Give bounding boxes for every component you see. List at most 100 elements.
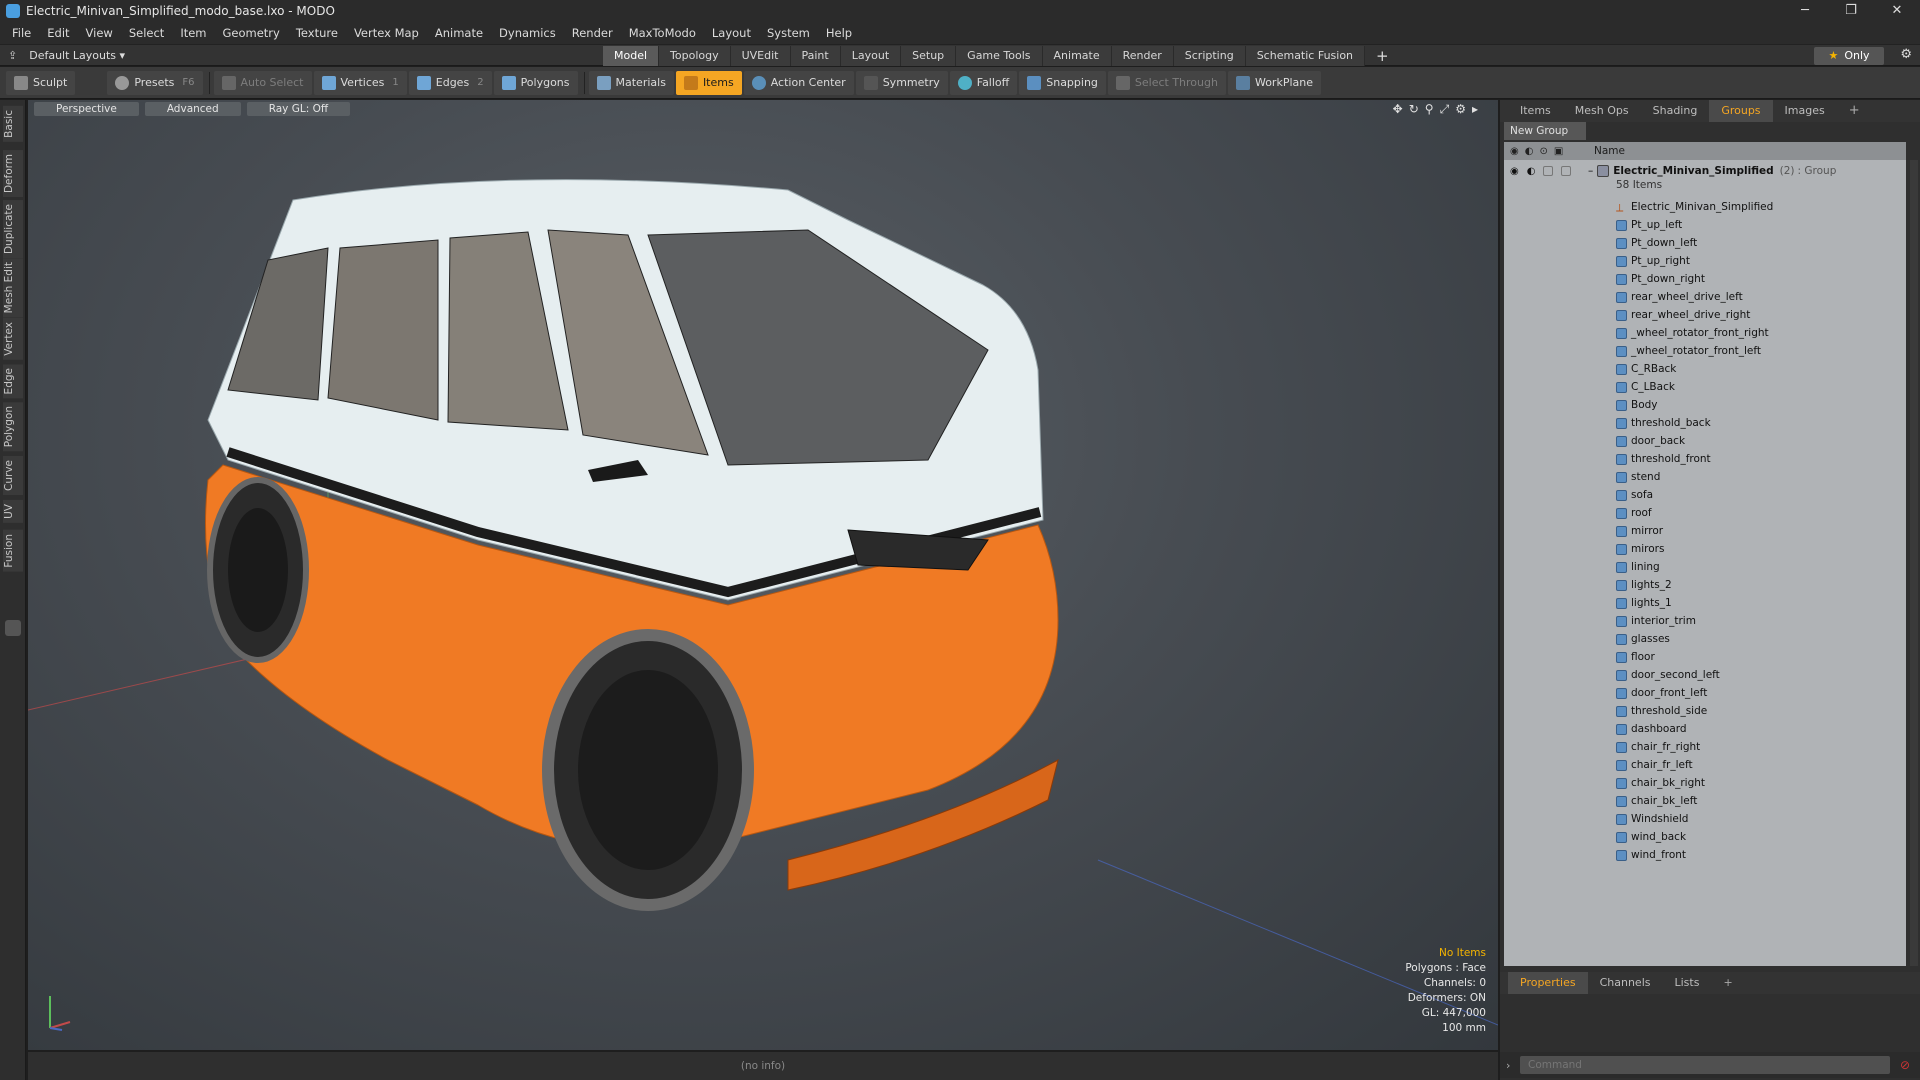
materials-button[interactable]: Materials: [588, 70, 674, 95]
command-input[interactable]: [1520, 1056, 1890, 1074]
gear-icon[interactable]: ⚙: [1900, 47, 1912, 62]
lock-toggle[interactable]: [1543, 165, 1554, 176]
list-item[interactable]: glasses: [1616, 630, 1906, 648]
menu-file[interactable]: File: [4, 22, 39, 44]
expand-icon[interactable]: ▸: [1472, 102, 1478, 117]
edges-button[interactable]: Edges 2: [408, 70, 492, 95]
tab-basic[interactable]: Basic: [3, 106, 23, 142]
stop-icon[interactable]: ⊘: [1900, 1058, 1910, 1072]
list-item[interactable]: Pt_down_right: [1616, 270, 1906, 288]
snapping-button[interactable]: Snapping: [1019, 70, 1106, 95]
tab-curve[interactable]: Curve: [3, 456, 23, 495]
list-item[interactable]: threshold_back: [1616, 414, 1906, 432]
tab-polygon[interactable]: Polygon: [3, 402, 23, 452]
menu-help[interactable]: Help: [818, 22, 860, 44]
list-item[interactable]: threshold_front: [1616, 450, 1906, 468]
name-column-header[interactable]: Name: [1588, 145, 1625, 157]
list-item[interactable]: dashboard: [1616, 720, 1906, 738]
menu-system[interactable]: System: [759, 22, 818, 44]
items-button[interactable]: Items: [675, 70, 742, 95]
lock-icon[interactable]: ⊙: [1539, 146, 1547, 157]
menu-texture[interactable]: Texture: [288, 22, 346, 44]
sculpt-button[interactable]: Sculpt: [6, 70, 76, 95]
tab-scripting[interactable]: Scripting: [1173, 46, 1246, 66]
tab-mesh-ops[interactable]: Mesh Ops: [1563, 100, 1641, 122]
select-icon[interactable]: ▣: [1554, 146, 1563, 157]
list-item[interactable]: rear_wheel_drive_left: [1616, 288, 1906, 306]
list-item[interactable]: stend: [1616, 468, 1906, 486]
list-item[interactable]: chair_bk_left: [1616, 792, 1906, 810]
collapse-icon[interactable]: –: [1588, 165, 1593, 177]
minimize-icon[interactable]: ─: [1782, 0, 1828, 22]
fit-icon[interactable]: ⤢: [1440, 102, 1450, 117]
render-icon[interactable]: ◐: [1525, 146, 1534, 157]
list-item[interactable]: Windshield: [1616, 810, 1906, 828]
tab-render[interactable]: Render: [1111, 46, 1174, 66]
tab-fusion[interactable]: Fusion: [3, 530, 23, 572]
menu-view[interactable]: View: [78, 22, 121, 44]
add-tab-icon[interactable]: +: [1837, 100, 1872, 122]
tab-images[interactable]: Images: [1773, 100, 1837, 122]
tab-topology[interactable]: Topology: [659, 46, 731, 66]
select-toggle[interactable]: [1561, 165, 1572, 176]
tab-animate[interactable]: Animate: [1042, 46, 1112, 66]
list-item[interactable]: lining: [1616, 558, 1906, 576]
tab-edge[interactable]: Edge: [3, 364, 23, 399]
falloff-button[interactable]: Falloff: [949, 70, 1018, 95]
menu-animate[interactable]: Animate: [427, 22, 491, 44]
list-item[interactable]: sofa: [1616, 486, 1906, 504]
only-button[interactable]: ★ Only: [1814, 47, 1884, 65]
menu-item[interactable]: Item: [172, 22, 214, 44]
action-center-button[interactable]: Action Center: [743, 70, 854, 95]
tab-properties[interactable]: Properties: [1508, 972, 1588, 994]
tab-duplicate[interactable]: Duplicate: [3, 200, 23, 259]
tab-paint[interactable]: Paint: [790, 46, 841, 66]
3d-viewport[interactable]: Perspective Advanced Ray GL: Off ✥ ↻ ⚲ ⤢…: [28, 100, 1498, 1050]
list-item[interactable]: C_LBack: [1616, 378, 1906, 396]
list-item[interactable]: lights_1: [1616, 594, 1906, 612]
tab-mesh-edit[interactable]: Mesh Edit: [3, 258, 23, 318]
menu-render[interactable]: Render: [564, 22, 621, 44]
list-item[interactable]: ⟂ Electric_Minivan_Simplified: [1616, 198, 1906, 216]
settings-icon[interactable]: ⚙: [1455, 102, 1466, 117]
tab-channels[interactable]: Channels: [1588, 972, 1663, 994]
list-item[interactable]: interior_trim: [1616, 612, 1906, 630]
presets-button[interactable]: Presets F6: [107, 70, 203, 95]
tab-items[interactable]: Items: [1508, 100, 1563, 122]
tab-model[interactable]: Model: [603, 46, 660, 66]
vertices-button[interactable]: Vertices 1: [313, 70, 407, 95]
list-item[interactable]: Pt_up_left: [1616, 216, 1906, 234]
tab-setup[interactable]: Setup: [901, 46, 957, 66]
list-item[interactable]: floor: [1616, 648, 1906, 666]
move-icon[interactable]: ✥: [1393, 102, 1403, 117]
advanced-button[interactable]: Advanced: [144, 102, 241, 116]
list-item[interactable]: Pt_up_right: [1616, 252, 1906, 270]
render-icon[interactable]: ◐: [1527, 166, 1536, 177]
maximize-icon[interactable]: ❐: [1828, 0, 1874, 22]
tab-vertex[interactable]: Vertex: [3, 318, 23, 360]
list-item[interactable]: Pt_down_left: [1616, 234, 1906, 252]
auto-select-button[interactable]: Auto Select: [213, 70, 312, 95]
list-item[interactable]: chair_bk_right: [1616, 774, 1906, 792]
menu-geometry[interactable]: Geometry: [215, 22, 288, 44]
tab-groups[interactable]: Groups: [1709, 100, 1773, 122]
list-item[interactable]: lights_2: [1616, 576, 1906, 594]
add-tab-icon[interactable]: +: [1365, 46, 1400, 66]
list-item[interactable]: wind_back: [1616, 828, 1906, 846]
tab-shading[interactable]: Shading: [1641, 100, 1710, 122]
rotate-icon[interactable]: ↻: [1409, 102, 1419, 117]
raygl-button[interactable]: Ray GL: Off: [246, 102, 351, 116]
tab-deform[interactable]: Deform: [3, 150, 23, 198]
list-item[interactable]: _wheel_rotator_front_right: [1616, 324, 1906, 342]
tab-uvedit[interactable]: UVEdit: [730, 46, 791, 66]
layout-dropdown[interactable]: Default Layouts ▾: [29, 49, 125, 62]
list-item[interactable]: door_back: [1616, 432, 1906, 450]
tab-layout[interactable]: Layout: [840, 46, 902, 66]
menu-maxtomodo[interactable]: MaxToModo: [621, 22, 704, 44]
tab-game-tools[interactable]: Game Tools: [956, 46, 1043, 66]
list-item[interactable]: _wheel_rotator_front_left: [1616, 342, 1906, 360]
workplane-button[interactable]: WorkPlane: [1227, 70, 1321, 95]
list-item[interactable]: mirors: [1616, 540, 1906, 558]
select-through-button[interactable]: Select Through: [1107, 70, 1226, 95]
expand-tabs-icon[interactable]: [5, 620, 21, 636]
